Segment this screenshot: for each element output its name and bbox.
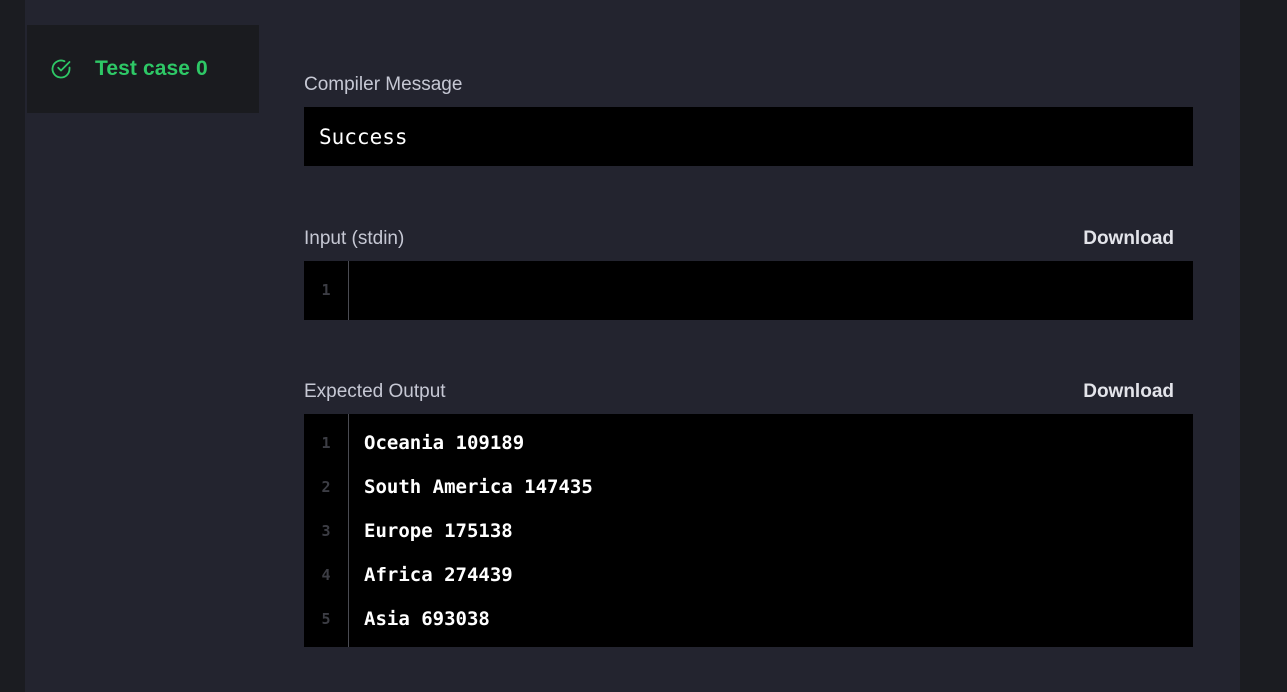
expected-output-lines: Oceania 109189 South America 147435 Euro… <box>349 414 1193 647</box>
compiler-message-section: Compiler Message Success <box>304 74 1193 166</box>
line-number: 2 <box>321 478 331 496</box>
expected-output-title: Expected Output <box>304 381 446 402</box>
input-download-link[interactable]: Download <box>1083 228 1174 250</box>
output-line: Africa 274439 <box>364 564 513 586</box>
line-number: 1 <box>321 281 331 299</box>
input-code-box: 1 <box>304 261 1193 320</box>
output-line: Asia 693038 <box>364 608 490 630</box>
output-line: South America 147435 <box>364 476 593 498</box>
line-number: 5 <box>321 610 331 628</box>
compiler-message-box: Success <box>304 107 1193 166</box>
line-number-gutter: 1 2 3 4 5 <box>304 414 349 647</box>
check-circle-icon <box>49 57 73 81</box>
compiler-message-text: Success <box>319 124 408 149</box>
input-title: Input (stdin) <box>304 228 405 249</box>
right-gutter <box>1240 0 1287 692</box>
output-line: Europe 175138 <box>364 520 513 542</box>
expected-output-download-link[interactable]: Download <box>1083 381 1174 403</box>
line-number: 1 <box>321 434 331 452</box>
output-line: Oceania 109189 <box>364 432 525 454</box>
expected-output-code-box: 1 2 3 4 5 Oceania 109189 South America 1… <box>304 414 1193 647</box>
line-number-gutter: 1 <box>304 261 349 320</box>
input-line <box>364 268 1193 312</box>
expected-output-section: Expected Output Download 1 2 3 4 5 Ocean… <box>304 381 1193 647</box>
compiler-message-title: Compiler Message <box>304 74 463 95</box>
input-section: Input (stdin) Download 1 <box>304 228 1193 320</box>
line-number: 3 <box>321 522 331 540</box>
input-lines <box>349 261 1193 320</box>
tab-test-case-0[interactable]: Test case 0 <box>27 25 259 113</box>
tab-label: Test case 0 <box>95 57 208 80</box>
line-number: 4 <box>321 566 331 584</box>
